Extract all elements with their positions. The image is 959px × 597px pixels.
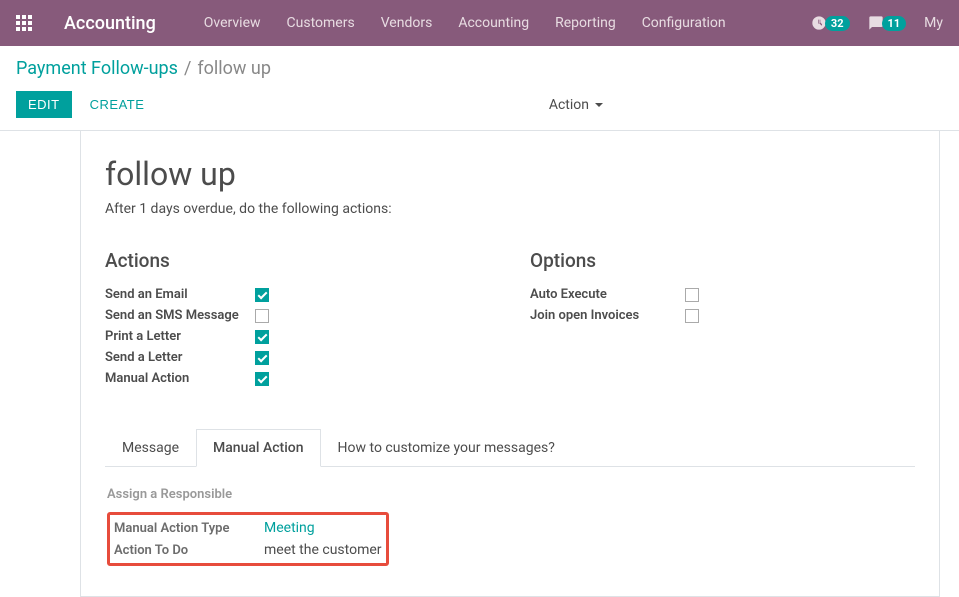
option-row-auto: Auto Execute — [530, 284, 915, 305]
navbar: Accounting Overview Customers Vendors Ac… — [0, 0, 959, 46]
action-row-manual: Manual Action — [105, 368, 490, 389]
action-label: Send a Letter — [105, 350, 255, 365]
option-label: Join open Invoices — [530, 308, 685, 323]
manual-action-type-row: Manual Action Type Meeting — [114, 517, 382, 539]
checkbox-print[interactable] — [255, 330, 269, 344]
tab-message[interactable]: Message — [105, 429, 196, 467]
option-row-join: Join open Invoices — [530, 305, 915, 326]
checkbox-manual[interactable] — [255, 372, 269, 386]
options-column: Options Auto Execute Join open Invoices — [530, 249, 915, 389]
action-row-sms: Send an SMS Message — [105, 305, 490, 326]
apps-icon[interactable] — [8, 7, 40, 39]
breadcrumb-parent[interactable]: Payment Follow-ups — [16, 58, 178, 79]
activity-icon[interactable]: 32 — [811, 15, 850, 31]
menu-vendors[interactable]: Vendors — [369, 3, 445, 43]
menu-configuration[interactable]: Configuration — [630, 3, 738, 43]
breadcrumb-current: follow up — [197, 58, 271, 79]
action-label: Send an Email — [105, 287, 255, 302]
edit-button[interactable]: EDIT — [16, 91, 72, 118]
section-title: Assign a Responsible — [107, 487, 913, 502]
create-button[interactable]: CREATE — [78, 91, 157, 118]
action-todo-row: Action To Do meet the customer — [114, 539, 382, 561]
messages-icon[interactable]: 11 — [868, 15, 907, 31]
checkbox-sms[interactable] — [255, 309, 269, 323]
user-menu[interactable]: My — [924, 15, 943, 31]
action-row-email: Send an Email — [105, 284, 490, 305]
app-brand[interactable]: Accounting — [40, 13, 172, 34]
action-label: Manual Action — [105, 371, 255, 386]
messages-badge: 11 — [882, 16, 907, 31]
tab-how-to[interactable]: How to customize your messages? — [321, 429, 572, 467]
action-label: Send an SMS Message — [105, 308, 255, 323]
checkbox-auto-execute[interactable] — [685, 288, 699, 302]
actions-title: Actions — [105, 249, 490, 272]
breadcrumb-separator: / — [178, 58, 197, 79]
action-dropdown-label: Action — [549, 97, 589, 113]
tab-content: Assign a Responsible Manual Action Type … — [105, 467, 915, 566]
manual-action-type-value[interactable]: Meeting — [264, 520, 315, 536]
action-row-letter: Send a Letter — [105, 347, 490, 368]
action-todo-value: meet the customer — [264, 542, 382, 558]
option-label: Auto Execute — [530, 287, 685, 302]
activity-badge: 32 — [825, 16, 850, 31]
menu-customers[interactable]: Customers — [275, 3, 367, 43]
action-bar: EDIT CREATE Action — [0, 83, 959, 131]
actions-column: Actions Send an Email Send an SMS Messag… — [105, 249, 490, 389]
menu-overview[interactable]: Overview — [192, 3, 273, 43]
manual-action-type-label: Manual Action Type — [114, 521, 264, 536]
action-row-print: Print a Letter — [105, 326, 490, 347]
highlight-box: Manual Action Type Meeting Action To Do … — [107, 512, 389, 566]
action-dropdown[interactable]: Action — [549, 97, 603, 113]
checkbox-letter[interactable] — [255, 351, 269, 365]
options-title: Options — [530, 249, 915, 272]
page-subtitle: After 1 days overdue, do the following a… — [105, 201, 915, 217]
tab-manual-action[interactable]: Manual Action — [196, 429, 321, 467]
menu-reporting[interactable]: Reporting — [543, 3, 628, 43]
checkbox-join-invoices[interactable] — [685, 309, 699, 323]
checkbox-email[interactable] — [255, 288, 269, 302]
page-title: follow up — [105, 155, 915, 193]
breadcrumb: Payment Follow-ups / follow up — [0, 46, 959, 83]
caret-down-icon — [595, 103, 603, 107]
action-label: Print a Letter — [105, 329, 255, 344]
main-menu: Overview Customers Vendors Accounting Re… — [192, 3, 738, 43]
action-todo-label: Action To Do — [114, 543, 264, 558]
form-sheet: follow up After 1 days overdue, do the f… — [80, 131, 940, 597]
menu-accounting[interactable]: Accounting — [446, 3, 541, 43]
tabs: Message Manual Action How to customize y… — [105, 429, 915, 467]
